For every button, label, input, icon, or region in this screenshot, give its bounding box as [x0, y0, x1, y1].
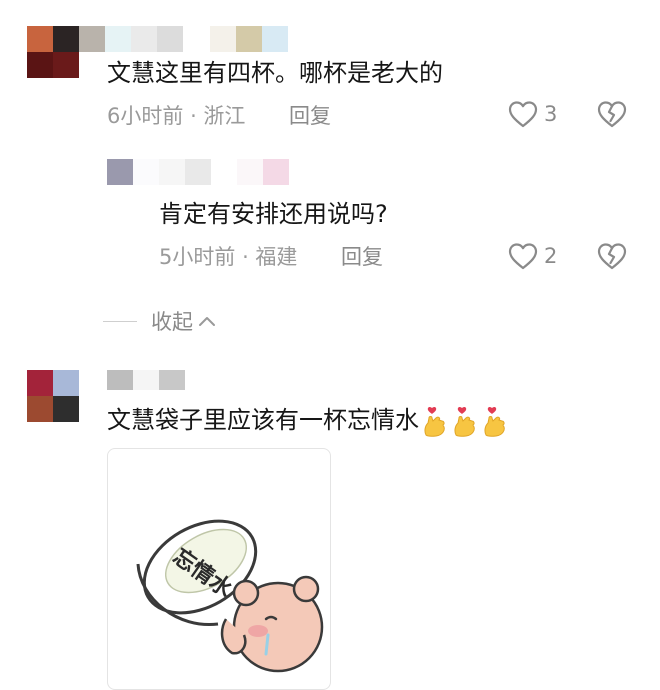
dislike-button[interactable]: [597, 100, 627, 132]
finger-heart-emoji-icon: [454, 406, 475, 437]
comment-location: 浙江: [203, 104, 246, 128]
comment-time: 5小时前: [159, 245, 236, 269]
comment-text: 文慧袋子里应该有一杯忘情水: [107, 405, 509, 437]
finger-heart-emoji-icon: [484, 406, 505, 437]
comment-text-body: 文慧袋子里应该有一杯忘情水: [107, 406, 419, 434]
like-button[interactable]: 2: [508, 242, 557, 270]
reply-button[interactable]: 回复: [289, 103, 331, 129]
divider: [103, 320, 137, 322]
comment-location: 福建: [255, 245, 298, 269]
heart-icon: [508, 101, 538, 128]
broken-heart-icon: [597, 243, 627, 270]
bear-drinking-bowl-illustration: 忘情水: [136, 519, 324, 673]
heart-icon: [508, 243, 538, 270]
like-count: 3: [544, 102, 558, 126]
sticker-image[interactable]: 忘情水: [107, 448, 331, 690]
meta-separator: ·: [242, 245, 256, 269]
reply-button[interactable]: 回复: [341, 244, 383, 270]
chevron-up-icon: [199, 317, 215, 326]
finger-heart-emoji-icon: [424, 406, 445, 437]
broken-heart-icon: [597, 101, 627, 128]
dislike-button[interactable]: [597, 242, 627, 274]
comment-meta: 5小时前 · 福建: [159, 244, 297, 270]
like-count: 2: [544, 244, 558, 268]
comment-text: 肯定有安排还用说吗?: [159, 200, 388, 228]
collapse-replies-button[interactable]: 收起: [103, 306, 217, 336]
comment-text: 文慧这里有四杯。哪杯是老大的: [107, 59, 443, 87]
comment-meta: 6小时前 · 浙江: [107, 103, 245, 129]
meta-separator: ·: [190, 104, 204, 128]
comment-time: 6小时前: [107, 104, 184, 128]
collapse-label: 收起: [151, 310, 193, 334]
like-button[interactable]: 3: [508, 100, 557, 128]
